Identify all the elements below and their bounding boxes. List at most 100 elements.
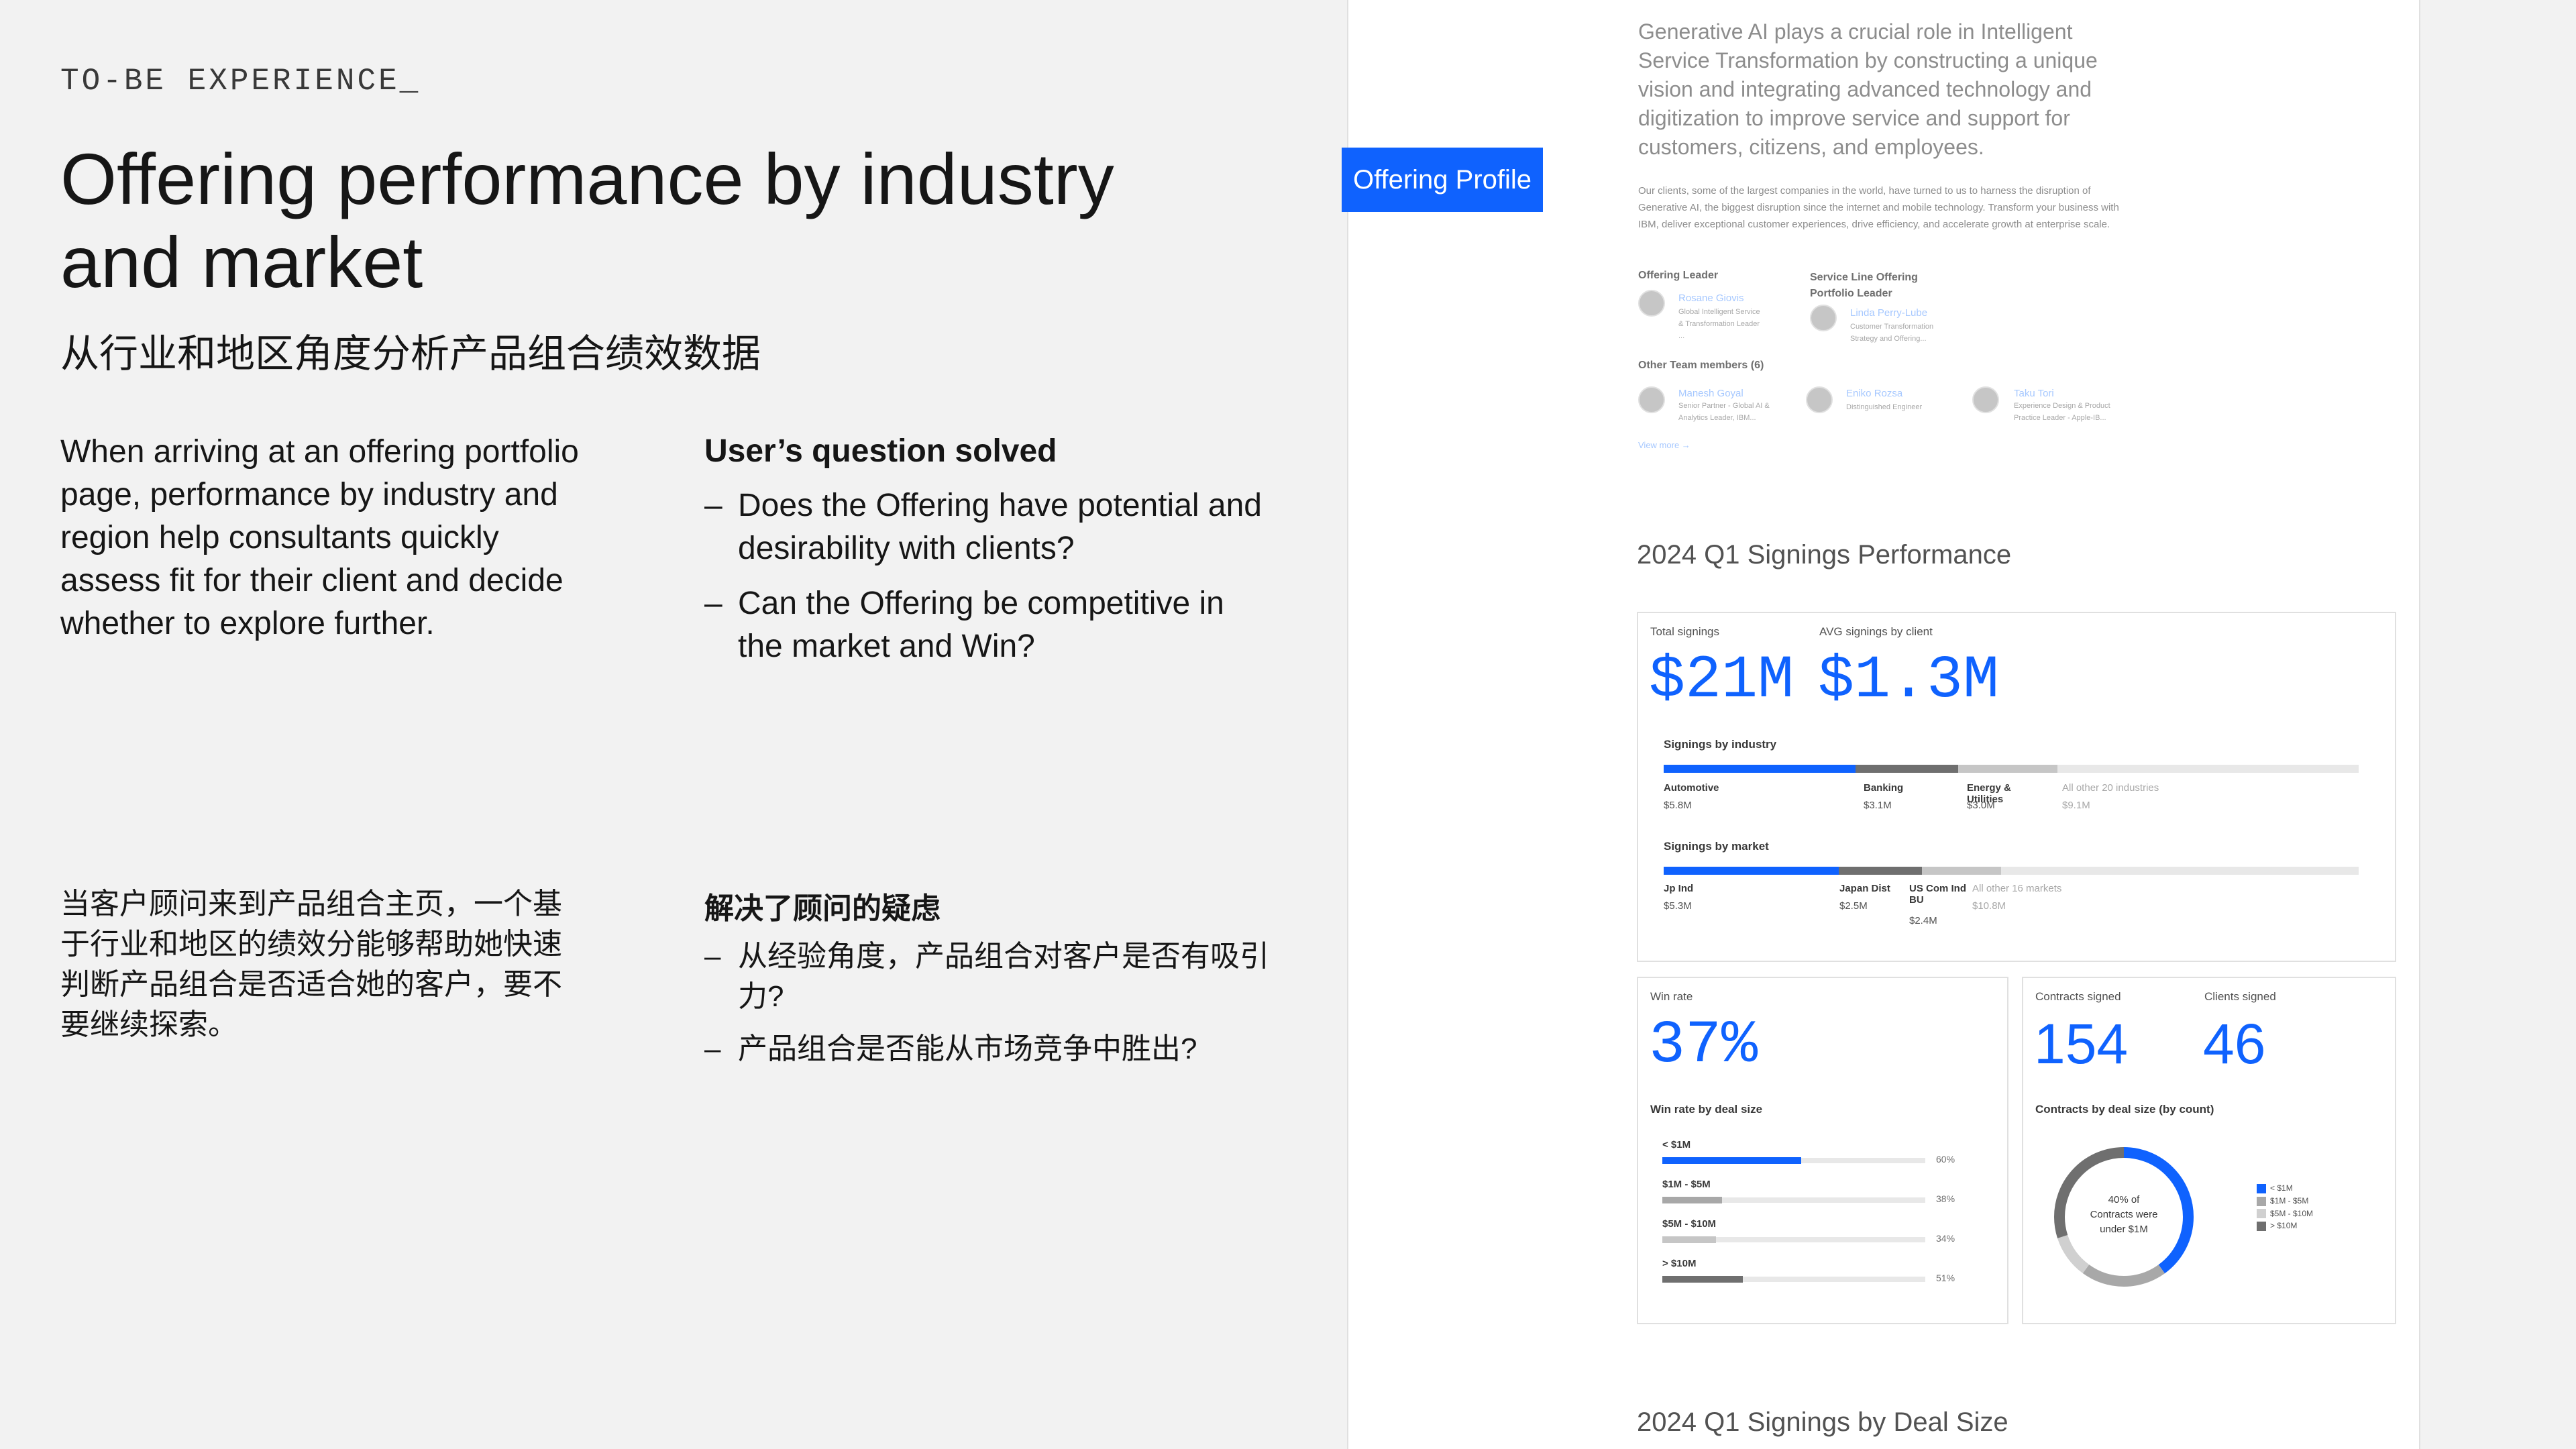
legend-swatch — [2257, 1209, 2266, 1219]
total-signings-label: Total signings — [1650, 625, 1720, 638]
team-member-name[interactable]: Taku Tori — [2014, 388, 2054, 399]
win-rate-pct: 34% — [1936, 1233, 1955, 1244]
team-member-role: Distinguished Engineer — [1846, 403, 1923, 411]
win-rate-row-name: > $10M — [1662, 1258, 1697, 1269]
legend-item: > $10M — [2257, 1221, 2313, 1232]
market-value: $2.5M — [1839, 900, 1868, 912]
donut-legend: < $1M $1M - $5M $5M - $10M > $10M — [2257, 1183, 2313, 1234]
question-zh-item: 产品组合是否能从市场竞争中胜出? — [704, 1029, 1275, 1069]
legend-item: $1M - $5M — [2257, 1196, 2313, 1206]
industry-value: $3.0M — [1967, 800, 1995, 811]
legend-label: > $10M — [2270, 1221, 2298, 1231]
win-rate-pct: 51% — [1936, 1273, 1955, 1283]
questions-zh-heading: 解决了顾问的疑虑 — [704, 892, 941, 925]
industry-segment — [1856, 765, 1959, 773]
market-segment — [1921, 867, 2002, 875]
win-rate-row-name: $1M - $5M — [1662, 1179, 1711, 1190]
legend-swatch — [2257, 1183, 2266, 1193]
legend-label: $1M - $5M — [2270, 1195, 2309, 1205]
question-en-item: Can the Offering be competitive in the m… — [704, 582, 1275, 668]
market-segment — [2001, 867, 2359, 875]
avg-signings-label: AVG signings by client — [1819, 625, 1933, 638]
market-name: Jp Ind — [1664, 883, 1694, 894]
questions-zh: 解决了顾问的疑虑 从经验角度，产品组合对客户是否有吸引力? 产品组合是否能从市场… — [704, 884, 1275, 1081]
legend-item: < $1M — [2257, 1183, 2313, 1193]
win-rate-card: Win rate 37% Win rate by deal size < $1M… — [1637, 977, 2008, 1324]
team-member-name[interactable]: Manesh Goyal — [1678, 388, 1743, 399]
questions-en-heading: User’s question solved — [704, 433, 1057, 469]
market-bar — [1664, 867, 2359, 875]
team-member-role: Experience Design & Product Practice Lea… — [2014, 402, 2110, 422]
donut-text-line: Contracts were — [2090, 1209, 2158, 1220]
offering-leader-role: Global Intelligent Service & Transformat… — [1678, 308, 1760, 340]
avatar — [1806, 386, 1833, 413]
clients-signed-label: Clients signed — [2204, 990, 2276, 1003]
industry-segment — [1958, 765, 2058, 773]
donut-text-line: 40% of — [2108, 1194, 2140, 1205]
win-rate-label: Win rate — [1650, 990, 1693, 1003]
win-rate-row-name: $5M - $10M — [1662, 1218, 1717, 1230]
page-subtitle: 从行业和地区角度分析产品组合绩效数据 — [60, 332, 761, 376]
offering-leader-name[interactable]: Rosane Giovis — [1678, 292, 1744, 304]
market-segment — [1664, 867, 1839, 875]
market-value: $10.8M — [1972, 900, 2006, 912]
section-heading-signings: 2024 Q1 Signings Performance — [1637, 540, 2012, 570]
donut-center-text: 40% of Contracts were under $1M — [2063, 1193, 2184, 1237]
legend-label: $5M - $10M — [2270, 1208, 2314, 1218]
industry-value: $9.1M — [2062, 800, 2090, 811]
market-value: $2.4M — [1909, 915, 1937, 926]
intro-zh: 当客户顾问来到产品组合主页，一个基于行业和地区的绩效分能够帮助她快速判断产品组合… — [60, 888, 562, 1041]
win-rate-by-label: Win rate by deal size — [1650, 1103, 1763, 1116]
portfolio-leader-name[interactable]: Linda Perry-Lube — [1850, 307, 1927, 319]
industry-label: Signings by industry — [1664, 738, 1777, 751]
industry-segment — [1664, 765, 1856, 773]
industry-value: $5.8M — [1664, 800, 1692, 811]
question-en-item: Does the Offering have potential and des… — [704, 484, 1275, 570]
market-label: Signings by market — [1664, 840, 1769, 853]
industry-name: Automotive — [1664, 782, 1719, 794]
avg-signings-value: $1.3M — [1818, 647, 2000, 715]
question-zh-item: 从经验角度，产品组合对客户是否有吸引力? — [704, 936, 1275, 1017]
win-rate-rows: < $1M 60% $1M - $5M 38% $5M - $10M 34% > $10M 5… — [1662, 1139, 1984, 1307]
questions-en: User’s question solved Does the Offering… — [704, 433, 1275, 680]
portfolio-leader-role: Customer Transformation Strategy and Off… — [1850, 323, 1934, 343]
contracts-signed-label: Contracts signed — [2035, 990, 2121, 1003]
team-member-name[interactable]: Eniko Rozsa — [1846, 388, 1902, 399]
win-rate-bar — [1662, 1236, 1716, 1243]
win-rate-bar — [1662, 1276, 1743, 1283]
market-segment — [1839, 867, 1922, 875]
panel-intro: Generative AI plays a crucial role in In… — [1638, 19, 2098, 159]
legend-swatch — [2257, 1196, 2266, 1206]
win-rate-bar — [1662, 1197, 1723, 1203]
win-rate-value: 37% — [1649, 1012, 1758, 1080]
industry-name: All other 20 industries — [2062, 782, 2159, 794]
legend-label: < $1M — [2270, 1183, 2293, 1193]
team-member-role: Senior Partner - Global AI & Analytics L… — [1678, 402, 1770, 422]
signings-card: Total signings $21M AVG signings by clie… — [1637, 612, 2396, 962]
market-labels: Jp Ind $5.3M Japan Dist $2.5M US Com Ind BU $… — [1664, 883, 2359, 943]
legend-item: $5M - $10M — [2257, 1209, 2313, 1219]
eyebrow: TO-BE EXPERIENCE_ — [60, 64, 421, 99]
avatar — [1810, 305, 1837, 331]
avatar — [1638, 386, 1665, 413]
market-value: $5.3M — [1664, 900, 1692, 912]
legend-swatch — [2257, 1222, 2266, 1232]
industry-bar — [1664, 765, 2359, 773]
industry-labels: Automotive $5.8M Banking $3.1M Energy & Util… — [1664, 782, 2359, 822]
panel-detail: Our clients, some of the largest compani… — [1638, 185, 2119, 230]
team-label: Other Team members (6) — [1638, 360, 1764, 371]
offering-profile-tag: Offering Profile — [1342, 148, 1543, 212]
market-name: Japan Dist — [1839, 883, 1890, 894]
market-name: All other 16 markets — [1972, 883, 2062, 894]
win-rate-bar — [1662, 1157, 1801, 1164]
contracts-signed-value: 154 — [2034, 1012, 2129, 1075]
contracts-by-label: Contracts by deal size (by count) — [2035, 1103, 2214, 1116]
contracts-card: Contracts signed 154 Clients signed 46 C… — [2022, 977, 2396, 1324]
total-signings-value: $21M — [1649, 647, 1794, 715]
win-rate-row-name: < $1M — [1662, 1139, 1691, 1150]
clients-signed-value: 46 — [2203, 1012, 2266, 1075]
avatar — [1972, 386, 1999, 413]
view-more-link[interactable]: View more → — [1638, 440, 1690, 450]
offering-leader-label: Offering Leader — [1638, 270, 1719, 281]
win-rate-pct: 60% — [1936, 1154, 1955, 1165]
